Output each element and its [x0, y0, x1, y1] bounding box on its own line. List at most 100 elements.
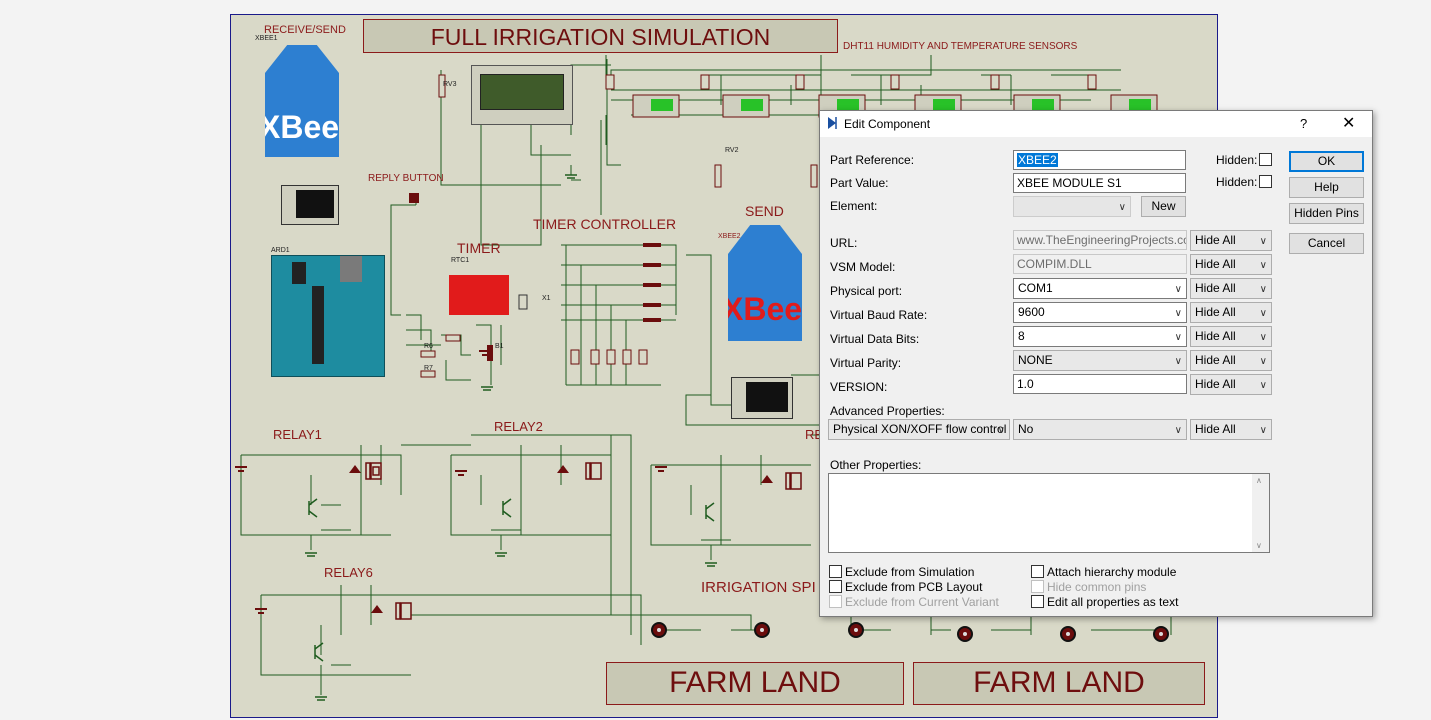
- part-value-label: Part Value:: [830, 176, 889, 190]
- edit-all-text-checkbox[interactable]: [1031, 595, 1044, 608]
- arduino-board[interactable]: [271, 255, 385, 377]
- exclude-simulation-checkbox[interactable]: [829, 565, 842, 578]
- virtual-terminal-2[interactable]: [731, 377, 793, 419]
- label-ard1: ARD1: [271, 247, 290, 254]
- exclude-variant-checkbox: [829, 595, 842, 608]
- exclude-pcb-label: Exclude from PCB Layout: [845, 580, 983, 594]
- dialog-titlebar: Edit Component ? ✕: [820, 111, 1372, 137]
- xbee2-module[interactable]: XBee: [728, 225, 802, 341]
- motor-3[interactable]: [848, 622, 864, 638]
- baud-rate-visibility-select[interactable]: Hide All ∨: [1190, 302, 1272, 323]
- xbee1-brand-text: XBee: [259, 109, 340, 145]
- motor-2[interactable]: [754, 622, 770, 638]
- hidden-label-2: Hidden:: [1216, 175, 1258, 189]
- parity-visibility-select[interactable]: Hide All ∨: [1190, 350, 1272, 371]
- property-label: Virtual Parity:: [830, 356, 902, 370]
- physical-port-visibility-select[interactable]: Hide All ∨: [1190, 278, 1272, 299]
- textarea-scrollbar[interactable]: ∧ ∨: [1252, 474, 1269, 552]
- property-label: VERSION:: [830, 380, 888, 394]
- label-relay6: RELAY6: [324, 565, 373, 580]
- label-reply-button: REPLY BUTTON: [368, 173, 444, 184]
- hide-common-pins-checkbox: [1031, 580, 1044, 593]
- chevron-down-icon: ∨: [1259, 284, 1267, 295]
- part-reference-input[interactable]: XBEE2: [1013, 150, 1186, 170]
- help-button[interactable]: Help: [1289, 177, 1364, 198]
- advanced-visibility-select[interactable]: Hide All ∨: [1190, 419, 1272, 440]
- property-label: VSM Model:: [830, 260, 896, 274]
- label-rv2: RV2: [725, 147, 739, 154]
- motor-6[interactable]: [1153, 626, 1169, 642]
- hidden-checkbox-reference[interactable]: [1259, 153, 1272, 166]
- virtual-terminal-1[interactable]: [281, 185, 339, 225]
- motor-4[interactable]: [957, 626, 973, 642]
- label-b1: B1: [495, 343, 504, 350]
- virtual-parity-select[interactable]: NONE ∨: [1013, 350, 1187, 371]
- new-element-button[interactable]: New: [1141, 196, 1186, 217]
- other-properties-label: Other Properties:: [830, 458, 922, 472]
- label-rv3: RV3: [443, 81, 457, 88]
- version-input[interactable]: 1.0: [1013, 374, 1187, 394]
- chevron-down-icon: ∨: [1174, 308, 1182, 319]
- attach-hierarchy-checkbox[interactable]: [1031, 565, 1044, 578]
- xbee1-module[interactable]: XBee: [265, 45, 339, 157]
- vsm-model-input[interactable]: COMPIM.DLL: [1013, 254, 1187, 274]
- virtual-data-bits-select[interactable]: 8 ∨: [1013, 326, 1187, 347]
- label-timer: TIMER: [457, 240, 501, 256]
- help-icon[interactable]: ?: [1300, 116, 1307, 131]
- url-input[interactable]: www.TheEngineeringProjects.com: [1013, 230, 1187, 250]
- scroll-up-icon[interactable]: ∧: [1256, 476, 1262, 485]
- motor-5[interactable]: [1060, 626, 1076, 642]
- property-label: URL:: [830, 236, 858, 250]
- chevron-down-icon: ∨: [1174, 284, 1182, 295]
- label-irrigation: IRRIGATION SPI: [701, 579, 816, 596]
- virtual-baud-rate-select[interactable]: 9600 ∨: [1013, 302, 1187, 323]
- ok-button[interactable]: OK: [1289, 151, 1364, 172]
- label-relay1: RELAY1: [273, 427, 322, 442]
- chevron-down-icon: ∨: [1259, 236, 1267, 247]
- hidden-pins-button[interactable]: Hidden Pins: [1289, 203, 1364, 224]
- advanced-properties-label: Advanced Properties:: [830, 404, 945, 418]
- rtc-module[interactable]: [449, 275, 509, 315]
- advanced-value-select[interactable]: No ∨: [1013, 419, 1187, 440]
- label-relay2: RELAY2: [494, 419, 543, 434]
- exclude-variant-label: Exclude from Current Variant: [845, 595, 999, 609]
- hidden-checkbox-value[interactable]: [1259, 175, 1272, 188]
- exclude-pcb-checkbox[interactable]: [829, 580, 842, 593]
- label-xbee1: XBEE1: [255, 35, 278, 42]
- part-value-input[interactable]: XBEE MODULE S1: [1013, 173, 1186, 193]
- label-xbee2: XBEE2: [718, 233, 741, 240]
- scroll-down-icon[interactable]: ∨: [1256, 541, 1262, 550]
- close-icon[interactable]: ✕: [1342, 113, 1355, 133]
- property-label: Virtual Baud Rate:: [830, 308, 928, 322]
- cancel-button[interactable]: Cancel: [1289, 233, 1364, 254]
- lcd-display[interactable]: [471, 65, 573, 125]
- xbee2-brand-text: XBee: [722, 291, 803, 327]
- edit-component-dialog[interactable]: Edit Component ? ✕ Part Reference: XBEE2…: [819, 110, 1373, 617]
- data-bits-visibility-select[interactable]: Hide All ∨: [1190, 326, 1272, 347]
- chevron-down-icon: ∨: [1259, 332, 1267, 343]
- url-visibility-select[interactable]: Hide All ∨: [1190, 230, 1272, 251]
- chevron-down-icon: ∨: [1259, 356, 1267, 367]
- physical-port-select[interactable]: COM1 ∨: [1013, 278, 1187, 299]
- other-properties-textarea[interactable]: ∧ ∨: [828, 473, 1270, 553]
- chevron-down-icon: ∨: [1259, 380, 1267, 391]
- chevron-down-icon: ∨: [1174, 425, 1182, 436]
- advanced-property-select[interactable]: Physical XON/XOFF flow control ∨: [828, 419, 1010, 440]
- exclude-simulation-label: Exclude from Simulation: [845, 565, 975, 579]
- chevron-down-icon: ∨: [1174, 356, 1182, 367]
- element-label: Element:: [830, 199, 878, 213]
- motor-1[interactable]: [651, 622, 667, 638]
- dialog-title: Edit Component: [844, 117, 931, 131]
- farm-land-label-1: FARM LAND: [606, 662, 904, 705]
- label-send: SEND: [745, 203, 784, 219]
- chevron-down-icon: ∨: [1118, 202, 1126, 213]
- property-label: Physical port:: [830, 284, 903, 298]
- chevron-down-icon: ∨: [1174, 332, 1182, 343]
- vsm-model-visibility-select[interactable]: Hide All ∨: [1190, 254, 1272, 275]
- version-visibility-select[interactable]: Hide All ∨: [1190, 374, 1272, 395]
- property-label: Virtual Data Bits:: [830, 332, 920, 346]
- attach-hierarchy-label: Attach hierarchy module: [1047, 565, 1177, 579]
- label-timer-controller: TIMER CONTROLLER: [533, 216, 677, 232]
- component-icon: [828, 117, 837, 129]
- element-select[interactable]: ∨: [1013, 196, 1131, 217]
